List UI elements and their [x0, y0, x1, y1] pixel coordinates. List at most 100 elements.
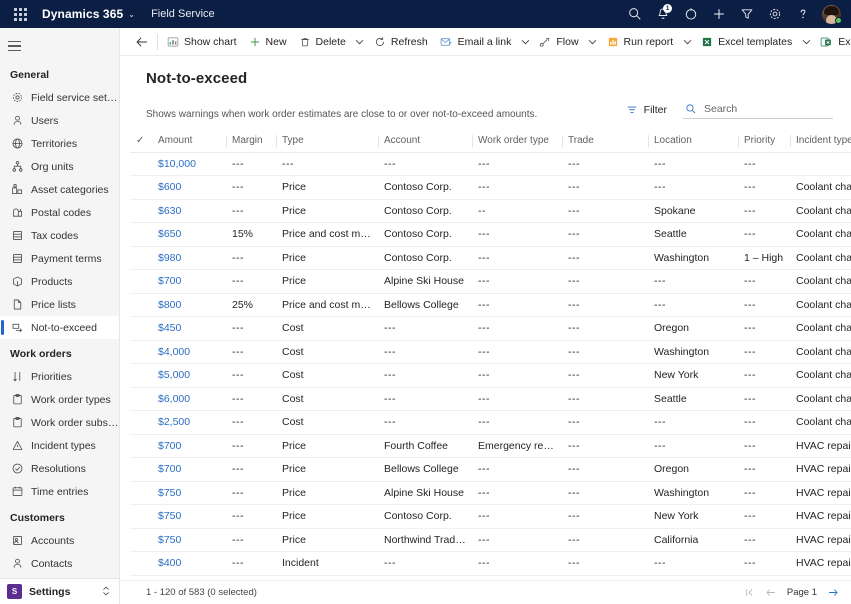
- cell-amount[interactable]: $450: [152, 316, 226, 341]
- sidebar-item-field-service-settings[interactable]: Field service settings: [0, 86, 119, 109]
- record-link[interactable]: $2,500: [158, 416, 190, 428]
- row-select-checkbox[interactable]: [130, 528, 152, 552]
- table-row[interactable]: $400 --- Incident --- --- --- --- --- HVAC repai…: [130, 551, 851, 576]
- row-select-checkbox[interactable]: [130, 481, 152, 505]
- row-select-checkbox[interactable]: [130, 246, 152, 270]
- record-link[interactable]: $6,000: [158, 393, 190, 405]
- quick-create-plus-icon[interactable]: [705, 0, 733, 28]
- record-link[interactable]: $750: [158, 487, 181, 499]
- row-select-checkbox[interactable]: [130, 363, 152, 388]
- search-input[interactable]: [704, 103, 833, 115]
- sidebar-item-territories[interactable]: Territories: [0, 132, 119, 155]
- table-row[interactable]: $650 15% Price and cost mar... Contoso Corp…: [130, 222, 851, 247]
- app-launcher-icon[interactable]: [10, 4, 30, 24]
- record-link[interactable]: $650: [158, 228, 181, 240]
- table-row[interactable]: $2,500---Cost---------------Coolant chan…: [130, 410, 851, 435]
- cell-amount[interactable]: $750: [152, 528, 226, 552]
- sidebar-item-work-order-substatuses[interactable]: Work order substatu...: [0, 411, 119, 434]
- help-question-icon[interactable]: [789, 0, 817, 28]
- record-link[interactable]: $700: [158, 440, 181, 452]
- next-page-icon[interactable]: [827, 584, 839, 602]
- record-link[interactable]: $600: [158, 181, 181, 193]
- record-link[interactable]: $5,000: [158, 369, 190, 381]
- cell-amount[interactable]: $5,000: [152, 363, 226, 388]
- cell-amount[interactable]: $650: [152, 222, 226, 247]
- email-a-link-button[interactable]: Email a link: [434, 29, 518, 55]
- search-icon[interactable]: [621, 0, 649, 28]
- row-select-checkbox[interactable]: [130, 175, 152, 200]
- sidebar-item-payment-terms[interactable]: Payment terms: [0, 247, 119, 270]
- record-link[interactable]: $10,000: [158, 158, 196, 170]
- record-link[interactable]: $400: [158, 557, 181, 569]
- row-select-checkbox[interactable]: [130, 269, 152, 294]
- run-report-chevron-down-icon[interactable]: [679, 29, 695, 55]
- record-link[interactable]: $700: [158, 275, 181, 287]
- column-header-account[interactable]: Account: [378, 130, 472, 153]
- record-link[interactable]: $630: [158, 205, 181, 217]
- sidebar-item-accounts[interactable]: Accounts: [0, 529, 119, 552]
- sidebar-item-incident-types[interactable]: Incident types: [0, 434, 119, 457]
- column-header-type[interactable]: Type: [276, 130, 378, 153]
- sidebar-item-not-to-exceed[interactable]: Not-to-exceed: [0, 316, 119, 339]
- table-row[interactable]: $750 --- Price Northwind Traders --- --- Calif…: [130, 528, 851, 552]
- row-select-checkbox[interactable]: [130, 316, 152, 341]
- export-to-excel-button[interactable]: Export to Excel: [814, 29, 851, 55]
- select-all-header[interactable]: ✓: [130, 130, 152, 153]
- run-report-button[interactable]: Run report: [601, 29, 680, 55]
- brand-dynamics365[interactable]: Dynamics 365 ⌄: [42, 7, 135, 21]
- excel-templates-button[interactable]: Excel templates: [695, 29, 798, 55]
- record-link[interactable]: $980: [158, 252, 181, 264]
- sidebar-item-org-units[interactable]: Org units: [0, 155, 119, 178]
- records-grid-container[interactable]: ✓ Amount Margin Type Account Work order …: [120, 130, 851, 580]
- cell-amount[interactable]: $700: [152, 457, 226, 482]
- show-chart-button[interactable]: Show chart: [161, 29, 243, 55]
- sidebar-item-asset-categories[interactable]: Asset categories: [0, 178, 119, 201]
- hamburger-menu-icon[interactable]: [8, 32, 36, 60]
- row-select-checkbox[interactable]: [130, 434, 152, 458]
- row-select-checkbox[interactable]: [130, 293, 152, 317]
- table-row[interactable]: $10,000 --- --- --- --- --- --- ---: [130, 152, 851, 176]
- flow-button[interactable]: Flow: [533, 29, 584, 55]
- row-select-checkbox[interactable]: [130, 222, 152, 247]
- row-select-checkbox[interactable]: [130, 457, 152, 482]
- sidebar-item-time-entries[interactable]: Time entries: [0, 480, 119, 503]
- row-select-checkbox[interactable]: [130, 551, 152, 576]
- table-row[interactable]: $980 --- Price Contoso Corp. --- --- Washingto…: [130, 246, 851, 270]
- row-select-checkbox[interactable]: [130, 387, 152, 411]
- sidebar-item-priorities[interactable]: Priorities: [0, 365, 119, 388]
- column-header-priority[interactable]: Priority: [738, 130, 790, 153]
- table-row[interactable]: $800 25% Price and cost mar... Bellows Coll…: [130, 293, 851, 317]
- cell-amount[interactable]: $400: [152, 551, 226, 576]
- record-link[interactable]: $450: [158, 322, 181, 334]
- record-link[interactable]: $800: [158, 299, 181, 311]
- table-row[interactable]: $700 --- Price Bellows College --- --- Oregon -…: [130, 457, 851, 482]
- table-row[interactable]: $5,000 --- Cost --- --- --- New York --- Coolant…: [130, 363, 851, 388]
- row-select-checkbox[interactable]: [130, 152, 152, 176]
- table-row[interactable]: $630 --- Price Contoso Corp. -- --- Spokane ---…: [130, 199, 851, 223]
- sidebar-item-resolutions[interactable]: Resolutions: [0, 457, 119, 480]
- row-select-checkbox[interactable]: [130, 199, 152, 223]
- search-box[interactable]: [683, 101, 833, 119]
- cell-amount[interactable]: $6,000: [152, 387, 226, 411]
- record-link[interactable]: $700: [158, 463, 181, 475]
- avatar[interactable]: [817, 0, 845, 28]
- record-link[interactable]: $750: [158, 534, 181, 546]
- table-row[interactable]: $6,000 --- Cost --- --- --- Seattle --- Coolant …: [130, 387, 851, 411]
- filter-button[interactable]: Filter: [626, 104, 667, 116]
- flow-chevron-down-icon[interactable]: [585, 29, 601, 55]
- table-row[interactable]: $600 --- Price Contoso Corp. --- --- --- --- Coo…: [130, 175, 851, 200]
- cell-amount[interactable]: $4,000: [152, 340, 226, 364]
- cell-amount[interactable]: $700: [152, 269, 226, 294]
- row-select-checkbox[interactable]: [130, 340, 152, 364]
- delete-chevron-down-icon[interactable]: [352, 29, 368, 55]
- notifications-bell-icon[interactable]: 1: [649, 0, 677, 28]
- area-switcher-settings[interactable]: S Settings: [0, 578, 119, 604]
- column-header-work-order-type[interactable]: Work order type: [472, 130, 562, 153]
- delete-button[interactable]: Delete: [293, 29, 352, 55]
- table-row[interactable]: $750 --- Price Alpine Ski House --- --- Washin…: [130, 481, 851, 505]
- column-header-incident-type[interactable]: Incident type ↓: [790, 130, 851, 153]
- table-row[interactable]: $4,000 --- Cost --- --- --- Washington --- Coola…: [130, 340, 851, 364]
- cell-amount[interactable]: $750: [152, 481, 226, 505]
- cell-amount[interactable]: $10,000: [152, 152, 226, 176]
- row-select-checkbox[interactable]: [130, 504, 152, 529]
